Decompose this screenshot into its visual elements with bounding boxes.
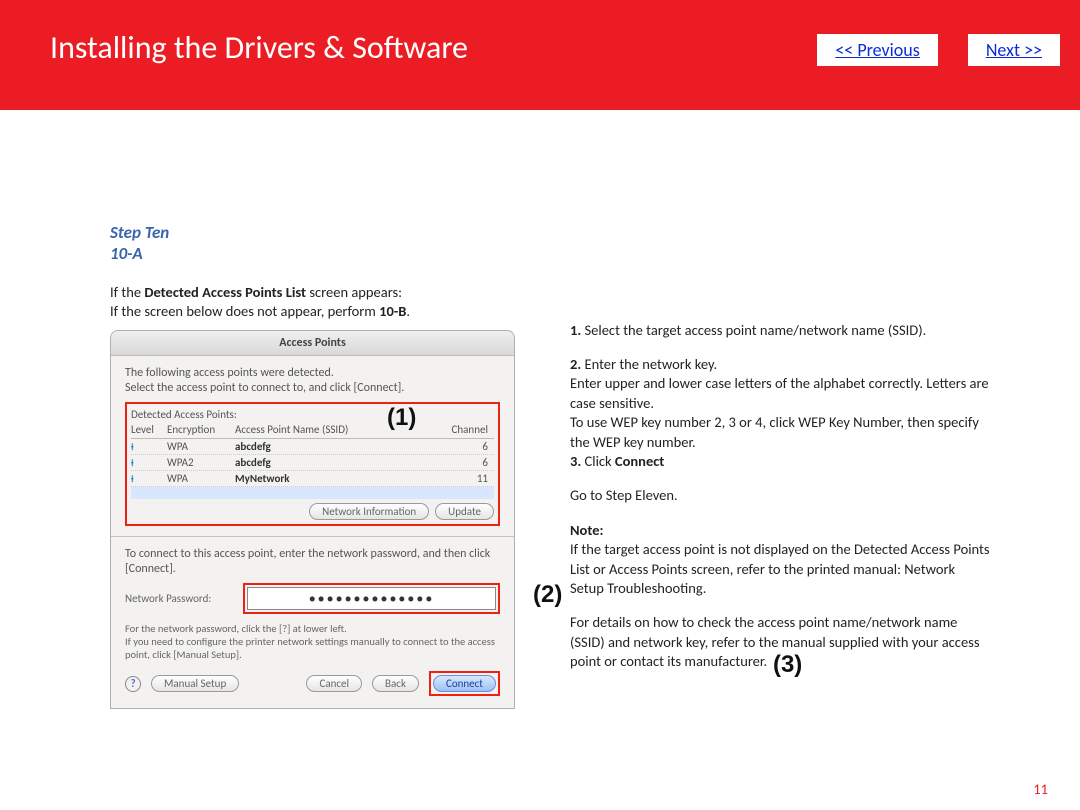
signal-icon: ⟊ bbox=[131, 472, 134, 485]
password-note: For the network password, click the [?] … bbox=[125, 622, 500, 661]
separator bbox=[111, 536, 514, 537]
page-title: Installing the Drivers & Software bbox=[50, 0, 468, 67]
goto-step: Go to Step Eleven. bbox=[570, 486, 990, 506]
previous-link[interactable]: << Previous bbox=[817, 34, 937, 66]
left-column: Step Ten 10-A If the Detected Access Poi… bbox=[110, 222, 520, 709]
step-line1: Step Ten bbox=[110, 222, 520, 243]
next-link[interactable]: Next >> bbox=[968, 34, 1060, 66]
callout-3: (3) bbox=[773, 651, 802, 679]
connect-hint: To connect to this access point, enter t… bbox=[125, 547, 500, 577]
intro-text: If the Detected Access Points List scree… bbox=[110, 283, 520, 322]
dialog-footer: ? Manual Setup Cancel Back (3) Connect bbox=[125, 661, 500, 696]
note-label: Note: bbox=[570, 521, 990, 541]
step3-text: 3. Click Connect bbox=[570, 452, 990, 472]
nav-group: << Previous Next >> bbox=[817, 34, 1060, 66]
signal-icon: ⟊ bbox=[131, 456, 134, 469]
table-row[interactable]: ⟊ WPA abcdefg 6 bbox=[131, 439, 494, 455]
network-info-button[interactable]: Network Information bbox=[309, 503, 429, 520]
update-button[interactable]: Update bbox=[435, 503, 494, 520]
step-heading: Step Ten 10-A bbox=[110, 222, 520, 265]
access-points-table: Level Encryption Access Point Name (SSID… bbox=[131, 423, 494, 499]
signal-icon: ⟊ bbox=[131, 440, 134, 453]
scroll-indicator bbox=[131, 487, 494, 499]
table-row[interactable]: ⟊ WPA2 abcdefg 6 bbox=[131, 455, 494, 471]
step2-body2: To use WEP key number 2, 3 or 4, click W… bbox=[570, 413, 990, 452]
detected-text: The following access points were detecte… bbox=[125, 366, 500, 396]
access-points-dialog: Access Points The following access point… bbox=[110, 330, 515, 709]
detected-list-highlight: (1) Detected Access Points: Level Encryp… bbox=[125, 402, 500, 526]
callout-2: (2) bbox=[533, 581, 562, 609]
step1-text: 1. Select the target access point name/n… bbox=[570, 321, 990, 341]
content-area: Step Ten 10-A If the Detected Access Poi… bbox=[110, 222, 1010, 709]
callout-1: (1) bbox=[387, 404, 416, 432]
header-banner: Installing the Drivers & Software << Pre… bbox=[0, 0, 1080, 110]
manual-setup-button[interactable]: Manual Setup bbox=[151, 675, 239, 692]
password-input[interactable]: •••••••••••••• bbox=[247, 587, 496, 610]
right-column: 1. Select the target access point name/n… bbox=[570, 222, 990, 709]
table-row[interactable]: ⟊ WPA MyNetwork 11 bbox=[131, 471, 494, 487]
back-button[interactable]: Back bbox=[372, 675, 419, 692]
table-label: Detected Access Points: bbox=[131, 408, 494, 421]
password-area: Network Password: •••••••••••••• (2) bbox=[125, 583, 500, 614]
password-label: Network Password: bbox=[125, 592, 235, 605]
help-icon[interactable]: ? bbox=[125, 676, 141, 692]
dialog-title: Access Points bbox=[111, 331, 514, 356]
cancel-button[interactable]: Cancel bbox=[306, 675, 362, 692]
step2-body1: Enter upper and lower case letters of th… bbox=[570, 374, 990, 413]
step2-head: 2. Enter the network key. bbox=[570, 355, 990, 375]
connect-button[interactable]: Connect bbox=[433, 675, 496, 692]
note-1: If the target access point is not displa… bbox=[570, 540, 990, 599]
step-line2: 10-A bbox=[110, 243, 520, 264]
page-number: 11 bbox=[1033, 780, 1048, 798]
